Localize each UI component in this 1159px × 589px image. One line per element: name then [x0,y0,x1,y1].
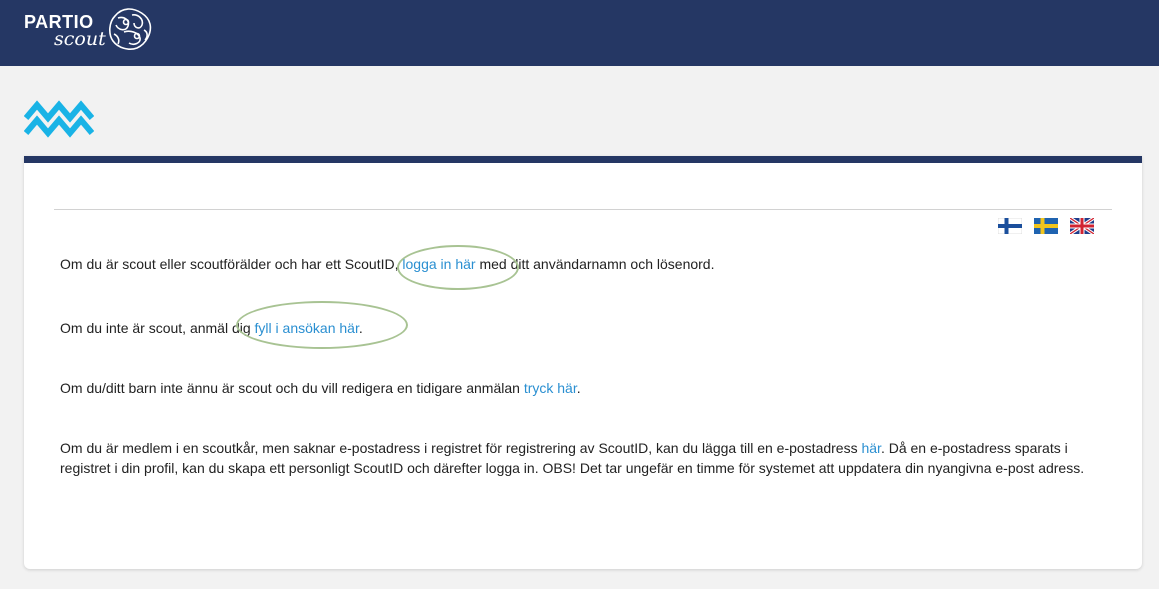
finland-flag-icon[interactable] [998,218,1022,234]
add-email-paragraph: Om du är medlem i en scoutkår, men sakna… [60,438,1110,478]
apply-paragraph: Om du inte är scout, anmäl dig fyll i an… [60,318,1110,338]
divider [54,209,1112,210]
login-link[interactable]: logga in här [402,256,475,272]
apply-text-after: . [358,320,363,336]
edit-application-link[interactable]: tryck här [524,380,577,396]
language-selector [998,218,1094,234]
login-text-after: med ditt användarnamn och lösenord. [475,256,715,272]
wave-logo-icon [24,100,94,138]
scout-emblem-icon [109,8,152,50]
sweden-flag-icon[interactable] [1034,218,1058,234]
apply-text-before: Om du inte är scout, anmäl dig [60,320,255,336]
content-card: Om du är scout eller scoutförälder och h… [24,156,1142,569]
apply-link[interactable]: fyll i ansökan här [255,320,359,336]
uk-flag-icon[interactable] [1070,218,1094,234]
login-paragraph: Om du är scout eller scoutförälder och h… [60,254,1110,274]
top-bar: PARTIO scout [0,0,1159,66]
edit-text-before: Om du/ditt barn inte ännu är scout och d… [60,380,524,396]
add-email-link[interactable]: här [861,440,880,456]
login-text-before: Om du är scout eller scoutförälder och h… [60,256,403,272]
logo-text-scout: scout [54,28,106,50]
edit-text-after: . [576,380,581,396]
partio-scout-logo[interactable]: PARTIO scout [24,6,164,60]
email-text-before: Om du är medlem i en scoutkår, men sakna… [60,440,862,456]
edit-application-paragraph: Om du/ditt barn inte ännu är scout och d… [60,378,1110,398]
